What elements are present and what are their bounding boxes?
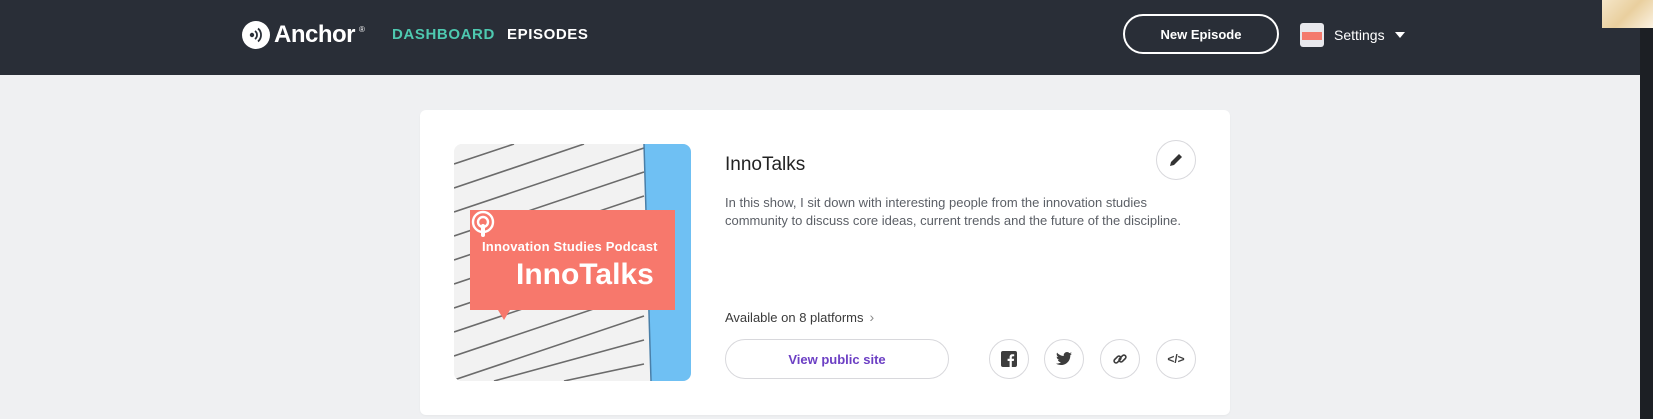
anchor-dashboard-screen: Anchor ® DASHBOARD EPISODES New Episode … xyxy=(0,0,1653,419)
link-icon xyxy=(1113,354,1127,364)
registered-mark: ® xyxy=(359,25,365,34)
edit-show-button[interactable] xyxy=(1156,140,1196,180)
embed-code-button[interactable]: </> xyxy=(1156,339,1196,379)
show-description: In this show, I sit down with interestin… xyxy=(725,195,1181,228)
webcam-overlay xyxy=(1602,0,1653,28)
nav-dashboard[interactable]: DASHBOARD xyxy=(392,26,495,43)
screen-edge xyxy=(1640,28,1653,419)
share-facebook-button[interactable] xyxy=(989,339,1029,379)
podcast-icon xyxy=(471,210,495,237)
copy-link-button[interactable] xyxy=(1100,339,1140,379)
twitter-icon xyxy=(1056,352,1072,365)
cover-title: InnoTalks xyxy=(516,258,654,291)
settings-menu[interactable]: Settings xyxy=(1300,22,1405,48)
view-public-site-button[interactable]: View public site xyxy=(725,339,949,379)
platforms-label: Available on 8 platforms xyxy=(725,309,864,325)
available-platforms-link[interactable]: Available on 8 platforms › xyxy=(725,309,874,325)
show-title: InnoTalks xyxy=(725,154,806,175)
new-episode-button[interactable]: New Episode xyxy=(1123,14,1279,54)
banner-pointer xyxy=(498,310,510,320)
cover-title-banner: Innovation Studies Podcast InnoTalks xyxy=(470,210,675,320)
podcast-card: Innovation Studies Podcast InnoTalks Inn… xyxy=(420,110,1230,415)
share-twitter-button[interactable] xyxy=(1044,339,1084,379)
chevron-right-icon: › xyxy=(869,309,875,325)
top-navigation-bar: Anchor ® DASHBOARD EPISODES New Episode … xyxy=(0,0,1653,75)
anchor-wave-icon xyxy=(242,21,270,49)
anchor-logo[interactable]: Anchor ® xyxy=(242,19,365,51)
podcast-thumbnail xyxy=(1300,23,1324,47)
podcast-cover-art: Innovation Studies Podcast InnoTalks xyxy=(454,144,691,381)
embed-code-icon: </> xyxy=(1167,352,1185,366)
nav-episodes[interactable]: EPISODES xyxy=(507,26,589,43)
settings-label: Settings xyxy=(1334,27,1385,43)
chevron-down-icon xyxy=(1394,32,1405,38)
cover-subtitle: Innovation Studies Podcast xyxy=(482,239,658,254)
pencil-icon xyxy=(1170,154,1182,166)
facebook-icon xyxy=(1001,351,1017,367)
anchor-brand-text: Anchor xyxy=(274,21,356,48)
